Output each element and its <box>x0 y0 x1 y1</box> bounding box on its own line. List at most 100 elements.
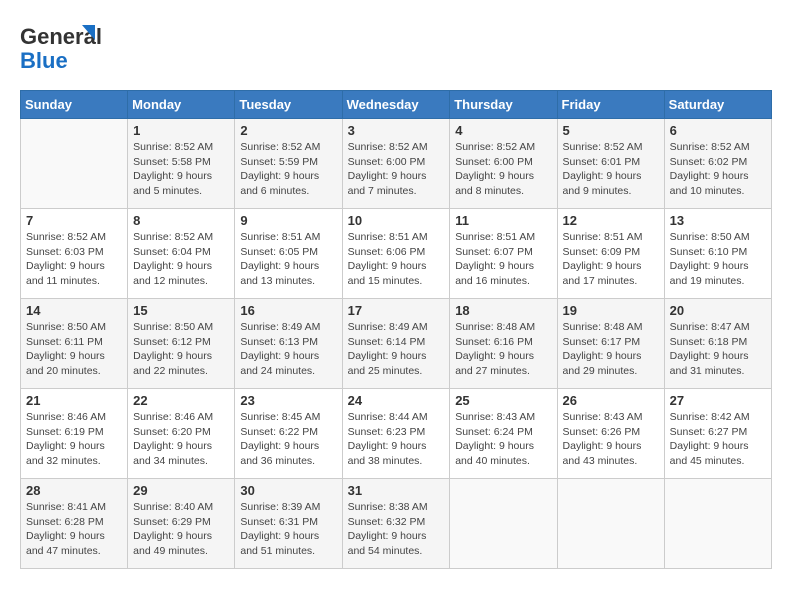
calendar-cell: 7 Sunrise: 8:52 AM Sunset: 6:03 PM Daylig… <box>21 209 128 299</box>
calendar-week-row: 7 Sunrise: 8:52 AM Sunset: 6:03 PM Daylig… <box>21 209 772 299</box>
day-info: Sunrise: 8:52 AM Sunset: 6:00 PM Dayligh… <box>455 140 551 199</box>
day-number: 22 <box>133 393 229 408</box>
calendar-cell: 9 Sunrise: 8:51 AM Sunset: 6:05 PM Daylig… <box>235 209 342 299</box>
calendar-header-row: SundayMondayTuesdayWednesdayThursdayFrid… <box>21 91 772 119</box>
day-info: Sunrise: 8:51 AM Sunset: 6:05 PM Dayligh… <box>240 230 336 289</box>
calendar-header-thursday: Thursday <box>450 91 557 119</box>
day-info: Sunrise: 8:39 AM Sunset: 6:31 PM Dayligh… <box>240 500 336 559</box>
day-number: 4 <box>455 123 551 138</box>
day-number: 15 <box>133 303 229 318</box>
calendar-cell: 2 Sunrise: 8:52 AM Sunset: 5:59 PM Daylig… <box>235 119 342 209</box>
day-info: Sunrise: 8:46 AM Sunset: 6:20 PM Dayligh… <box>133 410 229 469</box>
day-number: 21 <box>26 393 122 408</box>
day-info: Sunrise: 8:50 AM Sunset: 6:12 PM Dayligh… <box>133 320 229 379</box>
logo-svg: General Blue <box>20 20 110 75</box>
day-number: 17 <box>348 303 445 318</box>
calendar-cell: 25 Sunrise: 8:43 AM Sunset: 6:24 PM Dayli… <box>450 389 557 479</box>
day-info: Sunrise: 8:49 AM Sunset: 6:13 PM Dayligh… <box>240 320 336 379</box>
day-number: 29 <box>133 483 229 498</box>
calendar-header-tuesday: Tuesday <box>235 91 342 119</box>
day-number: 26 <box>563 393 659 408</box>
calendar-week-row: 1Sunrise: 8:52 AM Sunset: 5:58 PM Daylig… <box>21 119 772 209</box>
calendar-week-row: 14 Sunrise: 8:50 AM Sunset: 6:11 PM Dayli… <box>21 299 772 389</box>
day-info: Sunrise: 8:48 AM Sunset: 6:17 PM Dayligh… <box>563 320 659 379</box>
calendar-cell: 22 Sunrise: 8:46 AM Sunset: 6:20 PM Dayli… <box>128 389 235 479</box>
calendar-cell: 3 Sunrise: 8:52 AM Sunset: 6:00 PM Daylig… <box>342 119 450 209</box>
calendar-cell: 23Sunrise: 8:45 AM Sunset: 6:22 PM Dayli… <box>235 389 342 479</box>
day-info: Sunrise: 8:52 AM Sunset: 6:00 PM Dayligh… <box>348 140 445 199</box>
svg-text:Blue: Blue <box>20 48 68 73</box>
day-info: Sunrise: 8:52 AM Sunset: 6:03 PM Dayligh… <box>26 230 122 289</box>
calendar-cell: 1Sunrise: 8:52 AM Sunset: 5:58 PM Daylig… <box>128 119 235 209</box>
day-number: 28 <box>26 483 122 498</box>
day-info: Sunrise: 8:44 AM Sunset: 6:23 PM Dayligh… <box>348 410 445 469</box>
calendar-cell: 12 Sunrise: 8:51 AM Sunset: 6:09 PM Dayli… <box>557 209 664 299</box>
calendar-cell: 11Sunrise: 8:51 AM Sunset: 6:07 PM Dayli… <box>450 209 557 299</box>
calendar-cell: 18 Sunrise: 8:48 AM Sunset: 6:16 PM Dayli… <box>450 299 557 389</box>
day-number: 30 <box>240 483 336 498</box>
day-info: Sunrise: 8:42 AM Sunset: 6:27 PM Dayligh… <box>670 410 766 469</box>
page-header: General Blue <box>20 20 772 80</box>
calendar-cell: 31Sunrise: 8:38 AM Sunset: 6:32 PM Dayli… <box>342 479 450 569</box>
day-info: Sunrise: 8:52 AM Sunset: 5:59 PM Dayligh… <box>240 140 336 199</box>
calendar-week-row: 28 Sunrise: 8:41 AM Sunset: 6:28 PM Dayli… <box>21 479 772 569</box>
day-number: 18 <box>455 303 551 318</box>
calendar-cell: 24 Sunrise: 8:44 AM Sunset: 6:23 PM Dayli… <box>342 389 450 479</box>
day-number: 3 <box>348 123 445 138</box>
day-number: 24 <box>348 393 445 408</box>
day-number: 2 <box>240 123 336 138</box>
day-info: Sunrise: 8:52 AM Sunset: 6:02 PM Dayligh… <box>670 140 766 199</box>
day-info: Sunrise: 8:45 AM Sunset: 6:22 PM Dayligh… <box>240 410 336 469</box>
calendar-cell: 17Sunrise: 8:49 AM Sunset: 6:14 PM Dayli… <box>342 299 450 389</box>
calendar-cell <box>557 479 664 569</box>
calendar-week-row: 21 Sunrise: 8:46 AM Sunset: 6:19 PM Dayli… <box>21 389 772 479</box>
calendar-cell: 15 Sunrise: 8:50 AM Sunset: 6:12 PM Dayli… <box>128 299 235 389</box>
day-number: 13 <box>670 213 766 228</box>
calendar-cell <box>450 479 557 569</box>
day-number: 12 <box>563 213 659 228</box>
day-number: 1 <box>133 123 229 138</box>
day-number: 9 <box>240 213 336 228</box>
calendar-header-friday: Friday <box>557 91 664 119</box>
day-info: Sunrise: 8:52 AM Sunset: 6:01 PM Dayligh… <box>563 140 659 199</box>
calendar-cell: 16 Sunrise: 8:49 AM Sunset: 6:13 PM Dayli… <box>235 299 342 389</box>
day-info: Sunrise: 8:51 AM Sunset: 6:06 PM Dayligh… <box>348 230 445 289</box>
calendar-table: SundayMondayTuesdayWednesdayThursdayFrid… <box>20 90 772 569</box>
day-info: Sunrise: 8:50 AM Sunset: 6:11 PM Dayligh… <box>26 320 122 379</box>
day-info: Sunrise: 8:51 AM Sunset: 6:07 PM Dayligh… <box>455 230 551 289</box>
calendar-cell: 5 Sunrise: 8:52 AM Sunset: 6:01 PM Daylig… <box>557 119 664 209</box>
day-info: Sunrise: 8:48 AM Sunset: 6:16 PM Dayligh… <box>455 320 551 379</box>
calendar-cell: 19 Sunrise: 8:48 AM Sunset: 6:17 PM Dayli… <box>557 299 664 389</box>
day-info: Sunrise: 8:50 AM Sunset: 6:10 PM Dayligh… <box>670 230 766 289</box>
calendar-cell: 20Sunrise: 8:47 AM Sunset: 6:18 PM Dayli… <box>664 299 771 389</box>
day-number: 20 <box>670 303 766 318</box>
day-number: 16 <box>240 303 336 318</box>
calendar-cell: 28 Sunrise: 8:41 AM Sunset: 6:28 PM Dayli… <box>21 479 128 569</box>
day-number: 8 <box>133 213 229 228</box>
day-number: 6 <box>670 123 766 138</box>
day-info: Sunrise: 8:52 AM Sunset: 6:04 PM Dayligh… <box>133 230 229 289</box>
day-number: 10 <box>348 213 445 228</box>
calendar-cell: 10 Sunrise: 8:51 AM Sunset: 6:06 PM Dayli… <box>342 209 450 299</box>
day-info: Sunrise: 8:51 AM Sunset: 6:09 PM Dayligh… <box>563 230 659 289</box>
day-number: 5 <box>563 123 659 138</box>
calendar-cell <box>664 479 771 569</box>
day-number: 25 <box>455 393 551 408</box>
day-number: 27 <box>670 393 766 408</box>
calendar-cell: 26Sunrise: 8:43 AM Sunset: 6:26 PM Dayli… <box>557 389 664 479</box>
day-number: 7 <box>26 213 122 228</box>
calendar-header-saturday: Saturday <box>664 91 771 119</box>
calendar-header-monday: Monday <box>128 91 235 119</box>
day-info: Sunrise: 8:46 AM Sunset: 6:19 PM Dayligh… <box>26 410 122 469</box>
calendar-cell <box>21 119 128 209</box>
day-info: Sunrise: 8:43 AM Sunset: 6:24 PM Dayligh… <box>455 410 551 469</box>
day-info: Sunrise: 8:41 AM Sunset: 6:28 PM Dayligh… <box>26 500 122 559</box>
calendar-header-sunday: Sunday <box>21 91 128 119</box>
calendar-cell: 4 Sunrise: 8:52 AM Sunset: 6:00 PM Daylig… <box>450 119 557 209</box>
day-number: 19 <box>563 303 659 318</box>
day-number: 14 <box>26 303 122 318</box>
calendar-cell: 6 Sunrise: 8:52 AM Sunset: 6:02 PM Daylig… <box>664 119 771 209</box>
calendar-cell: 14 Sunrise: 8:50 AM Sunset: 6:11 PM Dayli… <box>21 299 128 389</box>
calendar-cell: 29 Sunrise: 8:40 AM Sunset: 6:29 PM Dayli… <box>128 479 235 569</box>
day-info: Sunrise: 8:40 AM Sunset: 6:29 PM Dayligh… <box>133 500 229 559</box>
